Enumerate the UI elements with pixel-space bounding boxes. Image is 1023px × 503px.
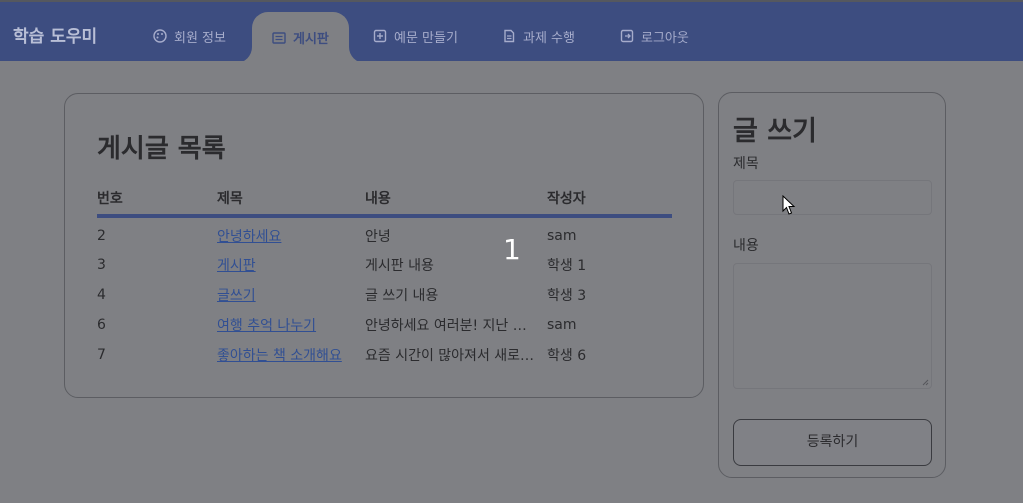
nav-item-make-examples[interactable]: 예문 만들기 [373, 11, 458, 61]
post-id: 4 [97, 287, 106, 303]
post-author: 학생 3 [547, 288, 587, 304]
column-header-id: 번호 [97, 186, 217, 218]
nav-label: 로그아웃 [641, 30, 689, 46]
post-title-link[interactable]: 좋아하는 책 소개해요 [217, 348, 342, 364]
post-table: 번호 제목 내용 작성자 2 안녕하세요 안녕 sam 3 게시판 게시판 내용… [97, 186, 672, 370]
post-list-title: 게시글 목록 [97, 134, 226, 164]
mouse-cursor-icon [782, 195, 796, 215]
board-icon [272, 31, 286, 44]
nav-label: 예문 만들기 [394, 30, 458, 46]
table-header-row: 번호 제목 내용 작성자 [97, 186, 672, 218]
nav-label: 회원 정보 [174, 30, 226, 46]
post-id: 7 [97, 347, 106, 363]
palette-icon [153, 29, 167, 43]
post-content: 안녕하세요 여러분! 지난 … [365, 318, 527, 334]
submit-button[interactable]: 등록하기 [733, 419, 932, 466]
plus-square-icon [373, 29, 387, 43]
table-row: 7 좋아하는 책 소개해요 요즘 시간이 많아져서 새로… 학생 6 [97, 340, 672, 370]
title-input[interactable] [733, 180, 932, 215]
document-icon [504, 29, 515, 43]
post-title-link[interactable]: 안녕하세요 [217, 229, 281, 245]
nav-item-assignments[interactable]: 과제 수행 [502, 11, 575, 61]
nav-item-board[interactable]: 게시판 [252, 12, 349, 63]
page-indicator: 1 [503, 233, 521, 266]
column-header-title: 제목 [217, 186, 365, 218]
content-textarea[interactable] [733, 263, 932, 389]
nav-item-logout[interactable]: 로그아웃 [620, 11, 689, 61]
resize-grip-icon[interactable] [922, 379, 929, 386]
post-id: 3 [97, 257, 106, 273]
nav-label: 과제 수행 [523, 30, 575, 46]
post-id: 2 [97, 228, 106, 244]
write-post-panel: 글 쓰기 제목 내용 등록하기 [718, 92, 946, 478]
content-field-label: 내용 [733, 238, 759, 254]
post-content: 요즘 시간이 많아져서 새로… [365, 348, 535, 364]
title-field-label: 제목 [733, 156, 759, 172]
column-header-content: 내용 [365, 186, 547, 218]
table-row: 6 여행 추억 나누기 안녕하세요 여러분! 지난 … sam [97, 310, 672, 340]
table-row: 3 게시판 게시판 내용 학생 1 [97, 250, 672, 280]
app-brand[interactable]: 학습 도우미 [13, 22, 97, 47]
post-list-panel: 게시글 목록 번호 제목 내용 작성자 2 안녕하세요 안녕 sam 3 게시판… [64, 93, 704, 398]
post-author: sam [547, 228, 577, 244]
top-navbar: 학습 도우미 회원 정보 게시판 예문 만들기 과제 수행 로그아웃 [0, 0, 1023, 63]
post-title-link[interactable]: 여행 추억 나누기 [217, 318, 316, 334]
post-author: 학생 1 [547, 258, 587, 274]
write-title: 글 쓰기 [733, 116, 817, 147]
nav-label: 게시판 [293, 32, 329, 47]
post-content: 글 쓰기 내용 [365, 288, 439, 304]
post-id: 6 [97, 317, 106, 333]
table-row: 4 글쓰기 글 쓰기 내용 학생 3 [97, 280, 672, 310]
post-author: sam [547, 317, 577, 333]
column-header-author: 작성자 [547, 186, 672, 218]
post-author: 학생 6 [547, 348, 587, 364]
table-row: 2 안녕하세요 안녕 sam [97, 216, 672, 250]
logout-icon [620, 29, 634, 43]
post-title-link[interactable]: 게시판 [217, 258, 256, 274]
post-title-link[interactable]: 글쓰기 [217, 288, 256, 304]
nav-item-member-info[interactable]: 회원 정보 [153, 11, 226, 61]
